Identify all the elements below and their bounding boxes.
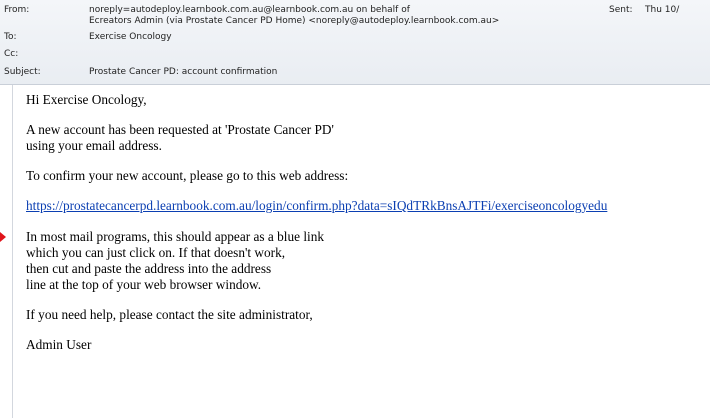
sent-label: Sent:	[609, 5, 633, 15]
subject-label: Subject:	[4, 67, 41, 77]
signature: Admin User	[26, 337, 92, 352]
greeting: Hi Exercise Oncology,	[26, 92, 147, 107]
sent-value: Thu 10/	[645, 5, 680, 15]
paragraph-3-line-4: line at the top of your web browser wind…	[26, 277, 262, 292]
email-header: From: noreply=autodeploy.learnbook.com.a…	[0, 0, 710, 84]
paragraph-4: If you need help, please contact the sit…	[26, 307, 313, 322]
paragraph-2: To confirm your new account, please go t…	[26, 168, 349, 183]
confirm-link[interactable]: https://prostatecancerpd.learnbook.com.a…	[26, 198, 607, 214]
arrow-pointer-icon	[0, 232, 6, 242]
from-label: From:	[4, 5, 30, 15]
from-sender-name[interactable]: Ecreators Admin (via Prostate Cancer PD …	[89, 16, 499, 26]
from-sender-address[interactable]: noreply=autodeploy.learnbook.com.au@lear…	[89, 5, 410, 15]
paragraph-3-line-1: In most mail programs, this should appea…	[26, 229, 325, 244]
to-label: To:	[4, 32, 17, 42]
paragraph-1-line-1: A new account has been requested at 'Pro…	[26, 122, 334, 137]
paragraph-1-line-2: using your email address.	[26, 138, 162, 153]
to-recipient[interactable]: Exercise Oncology	[89, 32, 172, 42]
subject-value: Prostate Cancer PD: account confirmation	[89, 67, 278, 77]
paragraph-3-line-2: which you can just click on. If that doe…	[26, 245, 286, 260]
cc-label: Cc:	[4, 49, 19, 59]
message-body[interactable]: Hi Exercise Oncology, A new account has …	[12, 85, 710, 418]
paragraph-3-line-3: then cut and paste the address into the …	[26, 261, 272, 276]
